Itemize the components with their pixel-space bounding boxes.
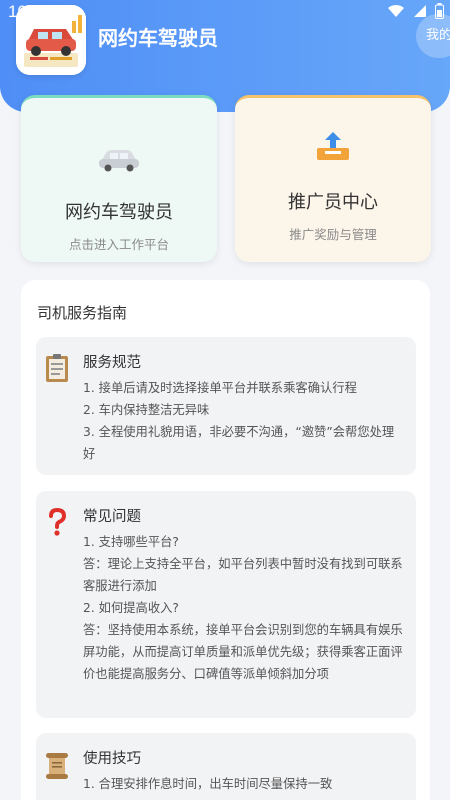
section-line: 1. 接单后请及时选择接单平台并联系乘客确认行程 [83,381,357,395]
faq-section: 常见问题 1. 支持哪些平台? 答：理论上支持全平台，如平台列表中暂时没有找到可… [36,491,416,718]
section-title: 服务规范 [83,355,141,371]
section-line: 答：理论上支持全平台，如平台列表中暂时没有找到可联系客服进行添加 [83,557,403,593]
upload-tray-icon [317,132,349,160]
section-line: 2. 车内保持整洁无异味 [83,403,210,417]
driver-card-title: 网约车驾驶员 [65,202,173,223]
section-body: 1. 支持哪些平台? 答：理论上支持全平台，如平台列表中暂时没有找到可联系客服进… [83,531,404,685]
section-body: 1. 合理安排作息时间，出车时间尽量保持一致 [83,773,404,795]
signal-icon [414,5,426,17]
section-line: 3. 全程使用礼貌用语，非必要不沟通，“邀赞”会帮您处理好 [83,425,395,461]
driver-card[interactable]: 网约车驾驶员 点击进入工作平台 [21,95,217,262]
clipboard-icon [46,354,68,382]
section-line: 2. 如何提高收入? [83,601,179,615]
wifi-icon [388,4,404,17]
section-line: 1. 合理安排作息时间，出车时间尽量保持一致 [83,777,333,791]
question-mark-icon [49,507,67,536]
section-title: 使用技巧 [83,751,141,767]
car-icon [99,150,139,172]
driver-card-subtitle: 点击进入工作平台 [68,237,169,252]
promoter-card-subtitle: 推广奖励与管理 [289,227,377,242]
scroll-icon [46,753,68,779]
service-rules-section: 服务规范 1. 接单后请及时选择接单平台并联系乘客确认行程 2. 车内保持整洁无… [36,337,416,475]
section-line: 1. 支持哪些平台? [83,535,179,549]
promoter-card-title: 推广员中心 [288,192,378,213]
section-line: 答：坚持使用本系统，接单平台会识别到您的车辆具有娱乐屏功能，从而提高订单质量和派… [83,623,403,681]
driver-guide-panel: 司机服务指南 服务规范 1. 接单后请及时选择接单平台并联系乘客确认行程 2. … [21,280,430,800]
app-title: 网约车驾驶员 [98,26,218,50]
app-logo [16,5,86,75]
section-title: 常见问题 [83,509,141,525]
promoter-card[interactable]: 推广员中心 推广奖励与管理 [235,95,431,262]
logo-car-icon [16,5,86,75]
guide-title: 司机服务指南 [37,304,128,322]
usage-tips-section: 使用技巧 1. 合理安排作息时间，出车时间尽量保持一致 [36,733,416,800]
section-body: 1. 接单后请及时选择接单平台并联系乘客确认行程 2. 车内保持整洁无异味 3.… [83,377,404,465]
